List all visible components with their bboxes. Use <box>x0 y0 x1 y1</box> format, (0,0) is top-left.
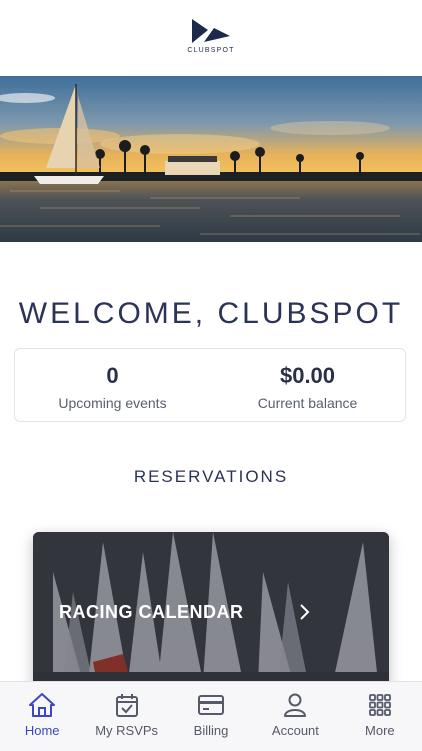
bottom-tab-bar: Home My RSVPs Billing Account More <box>0 681 422 751</box>
current-balance-value: $0.00 <box>279 363 336 388</box>
tab-home-label: Home <box>24 723 60 738</box>
calendar-check-icon <box>115 694 138 717</box>
tab-billing[interactable]: Billing <box>169 682 253 751</box>
tab-home[interactable]: Home <box>0 682 84 751</box>
current-balance-stat[interactable]: $0.00 Current balance <box>210 349 405 421</box>
upcoming-events-value: 0 <box>106 363 119 388</box>
clubspot-logo: CLUBSPOT <box>0 18 422 54</box>
tab-account[interactable]: Account <box>253 682 337 751</box>
user-icon <box>284 693 307 717</box>
upcoming-events-label: Upcoming events <box>58 395 167 411</box>
home-icon <box>29 693 56 717</box>
tab-my-rsvps-label: My RSVPs <box>95 723 159 738</box>
sail-logo-icon <box>192 19 230 43</box>
stats-card: 0 Upcoming events $0.00 Current balance <box>14 348 406 422</box>
welcome-title: WELCOME, CLUBSPOT <box>18 297 404 330</box>
credit-card-icon <box>198 695 225 715</box>
tab-more-label: More <box>365 723 395 738</box>
upcoming-events-stat[interactable]: 0 Upcoming events <box>15 349 210 421</box>
chevron-right-icon <box>300 604 310 620</box>
current-balance-label: Current balance <box>257 395 358 411</box>
tab-billing-label: Billing <box>193 723 229 738</box>
logo-text: CLUBSPOT <box>187 47 235 54</box>
hero-image <box>0 76 422 242</box>
racing-calendar-label: RACING CALENDAR <box>59 602 244 622</box>
tab-account-label: Account <box>271 723 319 738</box>
tab-more[interactable]: More <box>338 682 422 751</box>
reservations-heading: RESERVATIONS <box>133 467 289 486</box>
grid-icon <box>368 694 391 716</box>
racing-calendar-card[interactable]: RACING CALENDAR <box>33 532 389 692</box>
tab-my-rsvps[interactable]: My RSVPs <box>84 682 168 751</box>
